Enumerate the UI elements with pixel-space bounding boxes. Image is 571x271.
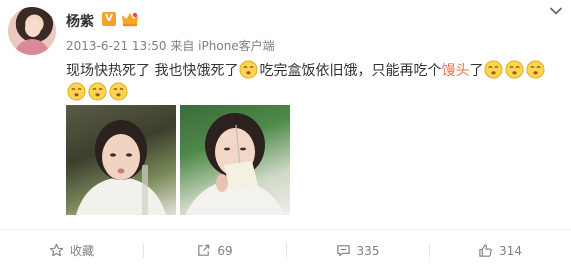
thumbs-up-icon [479, 244, 492, 257]
post-text-part3: 了 [469, 63, 484, 79]
chevron-down-icon[interactable] [549, 6, 563, 16]
repost-count: 69 [217, 243, 233, 258]
face-emoji-icon [505, 60, 524, 79]
post-photo-1[interactable] [66, 105, 176, 215]
repost-button[interactable]: 69 [143, 230, 286, 271]
post-text-part1: 现场快热死了 我也快饿死了 [66, 63, 239, 79]
face-emoji-icon [239, 60, 258, 79]
post-photo-2[interactable] [180, 105, 290, 215]
share-icon [198, 244, 210, 256]
favorite-label: 收藏 [69, 244, 94, 258]
selfie-photo-image [76, 120, 166, 215]
weibo-post-card: 杨紫 V 2013-6-21 13:50 来自 iPhone客户端 现场快热死了… [0, 0, 571, 271]
face-emoji-icon [526, 60, 545, 79]
comment-count: 335 [356, 243, 380, 258]
avatar-face [25, 19, 41, 37]
face-emoji-icon [109, 82, 128, 101]
post-source[interactable]: iPhone客户端 [198, 39, 275, 53]
face-emoji-icon [88, 82, 107, 101]
post-text-highlight[interactable]: 馒头 [441, 63, 469, 79]
face-emoji-icon [484, 60, 503, 79]
post-text-part2: 吃完盒饭依旧饿，只能再吃个 [259, 63, 442, 79]
comment-button[interactable]: 335 [286, 230, 429, 271]
star-icon [49, 243, 64, 257]
avatar-shoulder [14, 39, 50, 55]
avatar[interactable] [8, 7, 56, 55]
member-crown-icon[interactable] [121, 11, 139, 27]
post-timestamp[interactable]: 2013-6-21 13:50 [66, 39, 167, 53]
post-text: 现场快热死了 我也快饿死了 吃完盒饭依旧饿，只能再吃个馒头了 [66, 60, 566, 104]
eating-photo-image [185, 113, 285, 215]
verified-badge-icon[interactable]: V [102, 12, 116, 26]
favorite-button[interactable]: 收藏 [0, 230, 143, 271]
post-meta: 2013-6-21 13:50 来自 iPhone客户端 [66, 37, 275, 54]
author-name[interactable]: 杨紫 [66, 11, 94, 31]
like-count: 314 [499, 243, 522, 258]
comment-icon [336, 245, 350, 257]
face-emoji-icon [67, 82, 86, 101]
like-button[interactable]: 314 [429, 230, 571, 271]
post-via: 来自 [170, 39, 195, 53]
